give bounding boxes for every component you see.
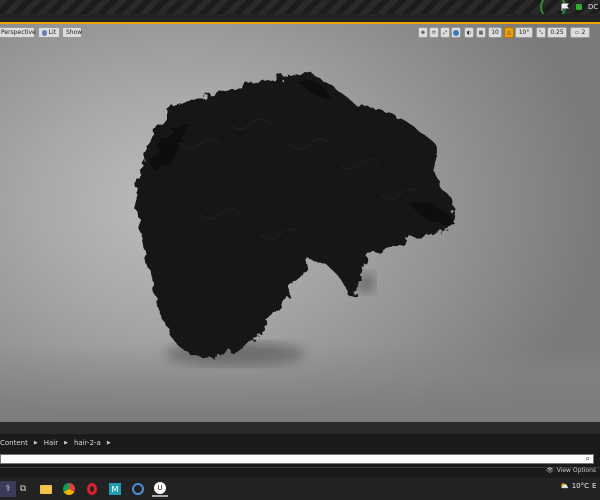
translate-tool-icon[interactable]: ✥ (418, 27, 428, 38)
rotate-tool-icon[interactable]: ⟳ (429, 27, 439, 38)
grid-snap-value[interactable]: 10 (488, 27, 502, 38)
opera-icon[interactable] (84, 481, 100, 497)
weather-temp: 10°C (571, 482, 590, 490)
coordinate-system-icon[interactable] (451, 27, 461, 38)
camera-speed-button[interactable]: ▭ 2 (570, 27, 590, 38)
scale-snap-value[interactable]: 0.25 (547, 27, 567, 38)
surface-snap-icon[interactable]: ◐ (464, 27, 474, 38)
weather-cloud-icon: ⛅ (560, 482, 569, 490)
title-text: DC (588, 3, 599, 11)
level-viewport[interactable]: Perspective Lit Show ✥ ⟳ ⤢ ◐ ▦ 10 △ 10° … (0, 22, 600, 422)
lit-label: Lit (48, 29, 56, 36)
show-label: Show (66, 29, 83, 36)
task-view-icon[interactable]: ⧉ (15, 481, 31, 497)
breadcrumb-arrow-icon[interactable]: ▶ (34, 440, 38, 446)
chrome-icon[interactable] (61, 481, 77, 497)
breadcrumb-content[interactable]: Content (0, 439, 28, 447)
camera-icon: ▭ (574, 29, 580, 36)
camera-speed-label: 2 (581, 29, 586, 36)
grid-snap-label: 10 (491, 29, 499, 36)
asset-area (0, 467, 600, 475)
title-bar: DC (0, 0, 600, 20)
tab-strip (0, 14, 600, 22)
perspective-label: Perspective (1, 29, 36, 36)
perspective-button[interactable]: Perspective (0, 27, 36, 38)
breadcrumb-arrow-icon[interactable]: ▶ (107, 440, 111, 446)
weather-extra: E (592, 482, 597, 490)
hair-mesh-render (137, 73, 455, 366)
connection-indicator-icon (576, 0, 586, 14)
scale-tool-icon[interactable]: ⤢ (440, 27, 450, 38)
lit-mode-button[interactable]: Lit (38, 27, 60, 38)
content-browser-toolbar (0, 422, 600, 434)
app-avatar-icon[interactable]: ⚕ (0, 481, 16, 497)
scale-snap-label: 0.25 (550, 29, 564, 36)
grid-snap-icon[interactable]: ▦ (476, 27, 486, 38)
unreal-engine-icon[interactable]: U (152, 481, 168, 497)
eye-icon: 👁 (546, 467, 554, 474)
rotation-snap-label: 10° (518, 29, 530, 36)
rotation-snap-value[interactable]: 10° (515, 27, 533, 38)
file-explorer-icon[interactable] (38, 481, 54, 497)
breadcrumb-hair-2-a[interactable]: hair-2-a (74, 439, 101, 447)
view-options-button[interactable]: 👁 View Options (546, 467, 596, 474)
breadcrumb-hair[interactable]: Hair (44, 439, 58, 447)
scale-snap-toggle-icon[interactable]: ⤡ (536, 27, 546, 38)
view-options-label: View Options (556, 467, 596, 474)
weather-widget[interactable]: ⛅ 10°C E (560, 482, 596, 490)
asset-search-input[interactable]: ⌕ (0, 454, 594, 464)
show-button[interactable]: Show (62, 27, 82, 38)
maya-icon[interactable]: M (107, 481, 123, 497)
lit-sphere-icon (42, 29, 47, 36)
cinema4d-icon[interactable] (130, 481, 146, 497)
rotation-snap-toggle-icon[interactable]: △ (504, 27, 514, 38)
breadcrumb: Content ▶ Hair ▶ hair-2-a ▶ (0, 436, 111, 450)
taskbar: ⚕ ⧉ M U ⛅ 10°C E (0, 478, 600, 500)
flag-icon[interactable] (556, 0, 574, 14)
search-icon: ⌕ (585, 454, 590, 463)
breadcrumb-arrow-icon[interactable]: ▶ (64, 440, 68, 446)
